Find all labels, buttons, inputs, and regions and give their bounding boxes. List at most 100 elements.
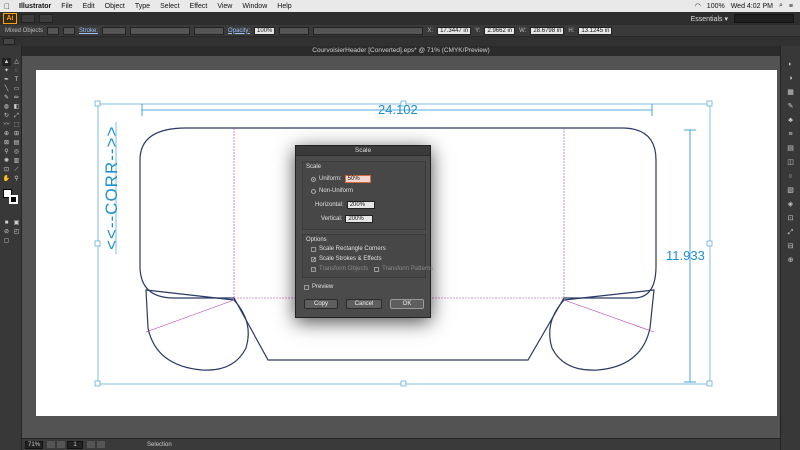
cancel-button[interactable]: Cancel <box>346 299 382 309</box>
zoom-tool-icon[interactable]: ⚲ <box>12 175 21 183</box>
next-artboard-button[interactable] <box>87 441 96 448</box>
menu-object[interactable]: Object <box>100 3 130 10</box>
shape-builder-tool-icon[interactable]: ⊕ <box>2 130 11 138</box>
scale-corners-checkbox[interactable] <box>311 246 316 252</box>
panel-toggle-button[interactable] <box>3 38 15 45</box>
document-tab[interactable]: CourvoisierHeader [Converted].eps* @ 71%… <box>22 46 780 56</box>
stroke-weight-field[interactable] <box>102 26 127 35</box>
width-dimension-label[interactable]: 24.102 <box>378 102 418 117</box>
copy-button[interactable]: Copy <box>304 299 338 309</box>
previous-artboard-button[interactable] <box>57 441 66 448</box>
variable-width-profile[interactable] <box>130 26 191 35</box>
rectangle-tool-icon[interactable]: ▭ <box>12 85 21 93</box>
fill-swatch[interactable] <box>47 26 60 35</box>
color-guide-panel-icon[interactable]: ◑ <box>785 74 797 84</box>
y-field[interactable]: 2.9662 in <box>484 26 516 35</box>
appearance-panel-icon[interactable]: ○ <box>785 172 797 182</box>
first-artboard-button[interactable] <box>47 441 56 448</box>
none-mode-icon[interactable]: ⊘ <box>2 228 11 236</box>
blend-tool-icon[interactable]: ◎ <box>12 148 21 156</box>
perspective-grid-tool-icon[interactable]: ⊞ <box>12 130 21 138</box>
stroke-link[interactable]: Stroke: <box>79 28 98 34</box>
help-search-input[interactable] <box>734 14 794 23</box>
line-tool-icon[interactable]: ╲ <box>2 85 11 93</box>
last-artboard-button[interactable] <box>97 441 106 448</box>
h-field[interactable]: 13.1245 in <box>578 26 613 35</box>
menu-help[interactable]: Help <box>272 3 296 10</box>
x-field[interactable]: 17.3447 in <box>437 26 472 35</box>
opacity-field[interactable]: 100% <box>254 26 276 35</box>
nonuniform-radio[interactable] <box>311 188 316 194</box>
type-tool-icon[interactable]: T <box>12 76 21 84</box>
ok-button[interactable]: OK <box>390 299 424 309</box>
layers-panel-icon[interactable]: ◈ <box>785 200 797 210</box>
height-dimension-label[interactable]: 11.933 <box>666 248 705 263</box>
bridge-button[interactable] <box>21 14 35 23</box>
wifi-icon[interactable]: ◠ <box>692 2 704 10</box>
w-field[interactable]: 28.6798 in <box>530 26 565 35</box>
symbols-panel-icon[interactable]: ♣ <box>785 116 797 126</box>
uniform-input[interactable]: 50% <box>344 175 371 183</box>
artboard-number-field[interactable]: 1 <box>67 440 84 449</box>
brush-definition[interactable] <box>194 26 225 35</box>
pencil-tool-icon[interactable]: ✏ <box>12 94 21 102</box>
zoom-level-field[interactable]: 71% <box>25 440 44 449</box>
stroke-swatch[interactable] <box>63 26 76 35</box>
menu-view[interactable]: View <box>212 3 237 10</box>
artboard-tool-icon[interactable]: ⊡ <box>2 166 11 174</box>
warp-tool-icon[interactable]: 〰 <box>2 121 11 129</box>
symbol-sprayer-tool-icon[interactable]: ✺ <box>2 157 11 165</box>
transform-panel-icon[interactable]: ⤢ <box>785 228 797 238</box>
align-controls[interactable] <box>313 26 424 35</box>
direct-selection-tool-icon[interactable]: △ <box>12 58 21 66</box>
battery-level[interactable]: 100% <box>704 3 728 10</box>
gradient-mode-icon[interactable]: ▣ <box>12 219 21 227</box>
stroke-color-icon[interactable] <box>9 195 18 204</box>
screen-mode-icon[interactable]: ▢ <box>2 237 11 245</box>
pathfinder-panel-icon[interactable]: ⊕ <box>785 256 797 266</box>
menu-edit[interactable]: Edit <box>78 3 100 10</box>
stroke-panel-icon[interactable]: ≡ <box>785 130 797 140</box>
preview-checkbox[interactable] <box>304 284 309 290</box>
eraser-tool-icon[interactable]: ◧ <box>12 103 21 111</box>
selection-tool-icon[interactable]: ▲ <box>2 58 11 66</box>
uniform-radio[interactable] <box>311 176 316 182</box>
transform-objects-checkbox[interactable]: ✓ <box>311 266 316 272</box>
artboards-panel-icon[interactable]: ⊡ <box>785 214 797 224</box>
free-transform-tool-icon[interactable]: ⬚ <box>12 121 21 129</box>
menu-select[interactable]: Select <box>155 3 184 10</box>
corr-label[interactable]: <<--CORR-->> <box>102 126 122 250</box>
swatches-panel-icon[interactable]: ▦ <box>785 88 797 98</box>
eyedropper-tool-icon[interactable]: ⚲ <box>2 148 11 156</box>
align-panel-icon[interactable]: ⊟ <box>785 242 797 252</box>
list-icon[interactable]: ≡ <box>786 3 796 10</box>
arrange-documents-button[interactable] <box>39 14 53 23</box>
opacity-link[interactable]: Opacity: <box>228 28 250 34</box>
menu-illustrator[interactable]: Illustrator <box>14 3 56 10</box>
gradient-panel-icon[interactable]: ▤ <box>785 144 797 154</box>
search-icon[interactable]: ⌕ <box>776 2 786 10</box>
column-graph-tool-icon[interactable]: ▥ <box>12 157 21 165</box>
horizontal-input[interactable]: 200% <box>346 201 375 209</box>
color-mode-icon[interactable]: ■ <box>2 219 11 227</box>
scale-strokes-checkbox[interactable]: ✓ <box>311 256 316 262</box>
draw-mode-icon[interactable]: ◰ <box>12 228 21 236</box>
color-panel-icon[interactable]: ◐ <box>785 60 797 70</box>
mesh-tool-icon[interactable]: ⊠ <box>2 139 11 147</box>
transparency-panel-icon[interactable]: ◫ <box>785 158 797 168</box>
rotate-tool-icon[interactable]: ↻ <box>2 112 11 120</box>
hand-tool-icon[interactable]: ✋ <box>2 175 11 183</box>
brushes-panel-icon[interactable]: ✎ <box>785 102 797 112</box>
scale-tool-icon[interactable]: ⤢ <box>12 112 21 120</box>
lasso-tool-icon[interactable]: ◌ <box>12 67 21 75</box>
vertical-input[interactable]: 200% <box>345 215 374 223</box>
apple-menu-icon[interactable]:  <box>0 2 14 11</box>
menu-file[interactable]: File <box>56 3 77 10</box>
style-picker[interactable] <box>279 26 310 35</box>
magic-wand-tool-icon[interactable]: ✦ <box>2 67 11 75</box>
graphic-styles-panel-icon[interactable]: ▧ <box>785 186 797 196</box>
menu-effect[interactable]: Effect <box>185 3 213 10</box>
current-tool-label[interactable]: Selection <box>147 442 172 448</box>
menu-type[interactable]: Type <box>130 3 155 10</box>
pen-tool-icon[interactable]: ✒ <box>2 76 11 84</box>
